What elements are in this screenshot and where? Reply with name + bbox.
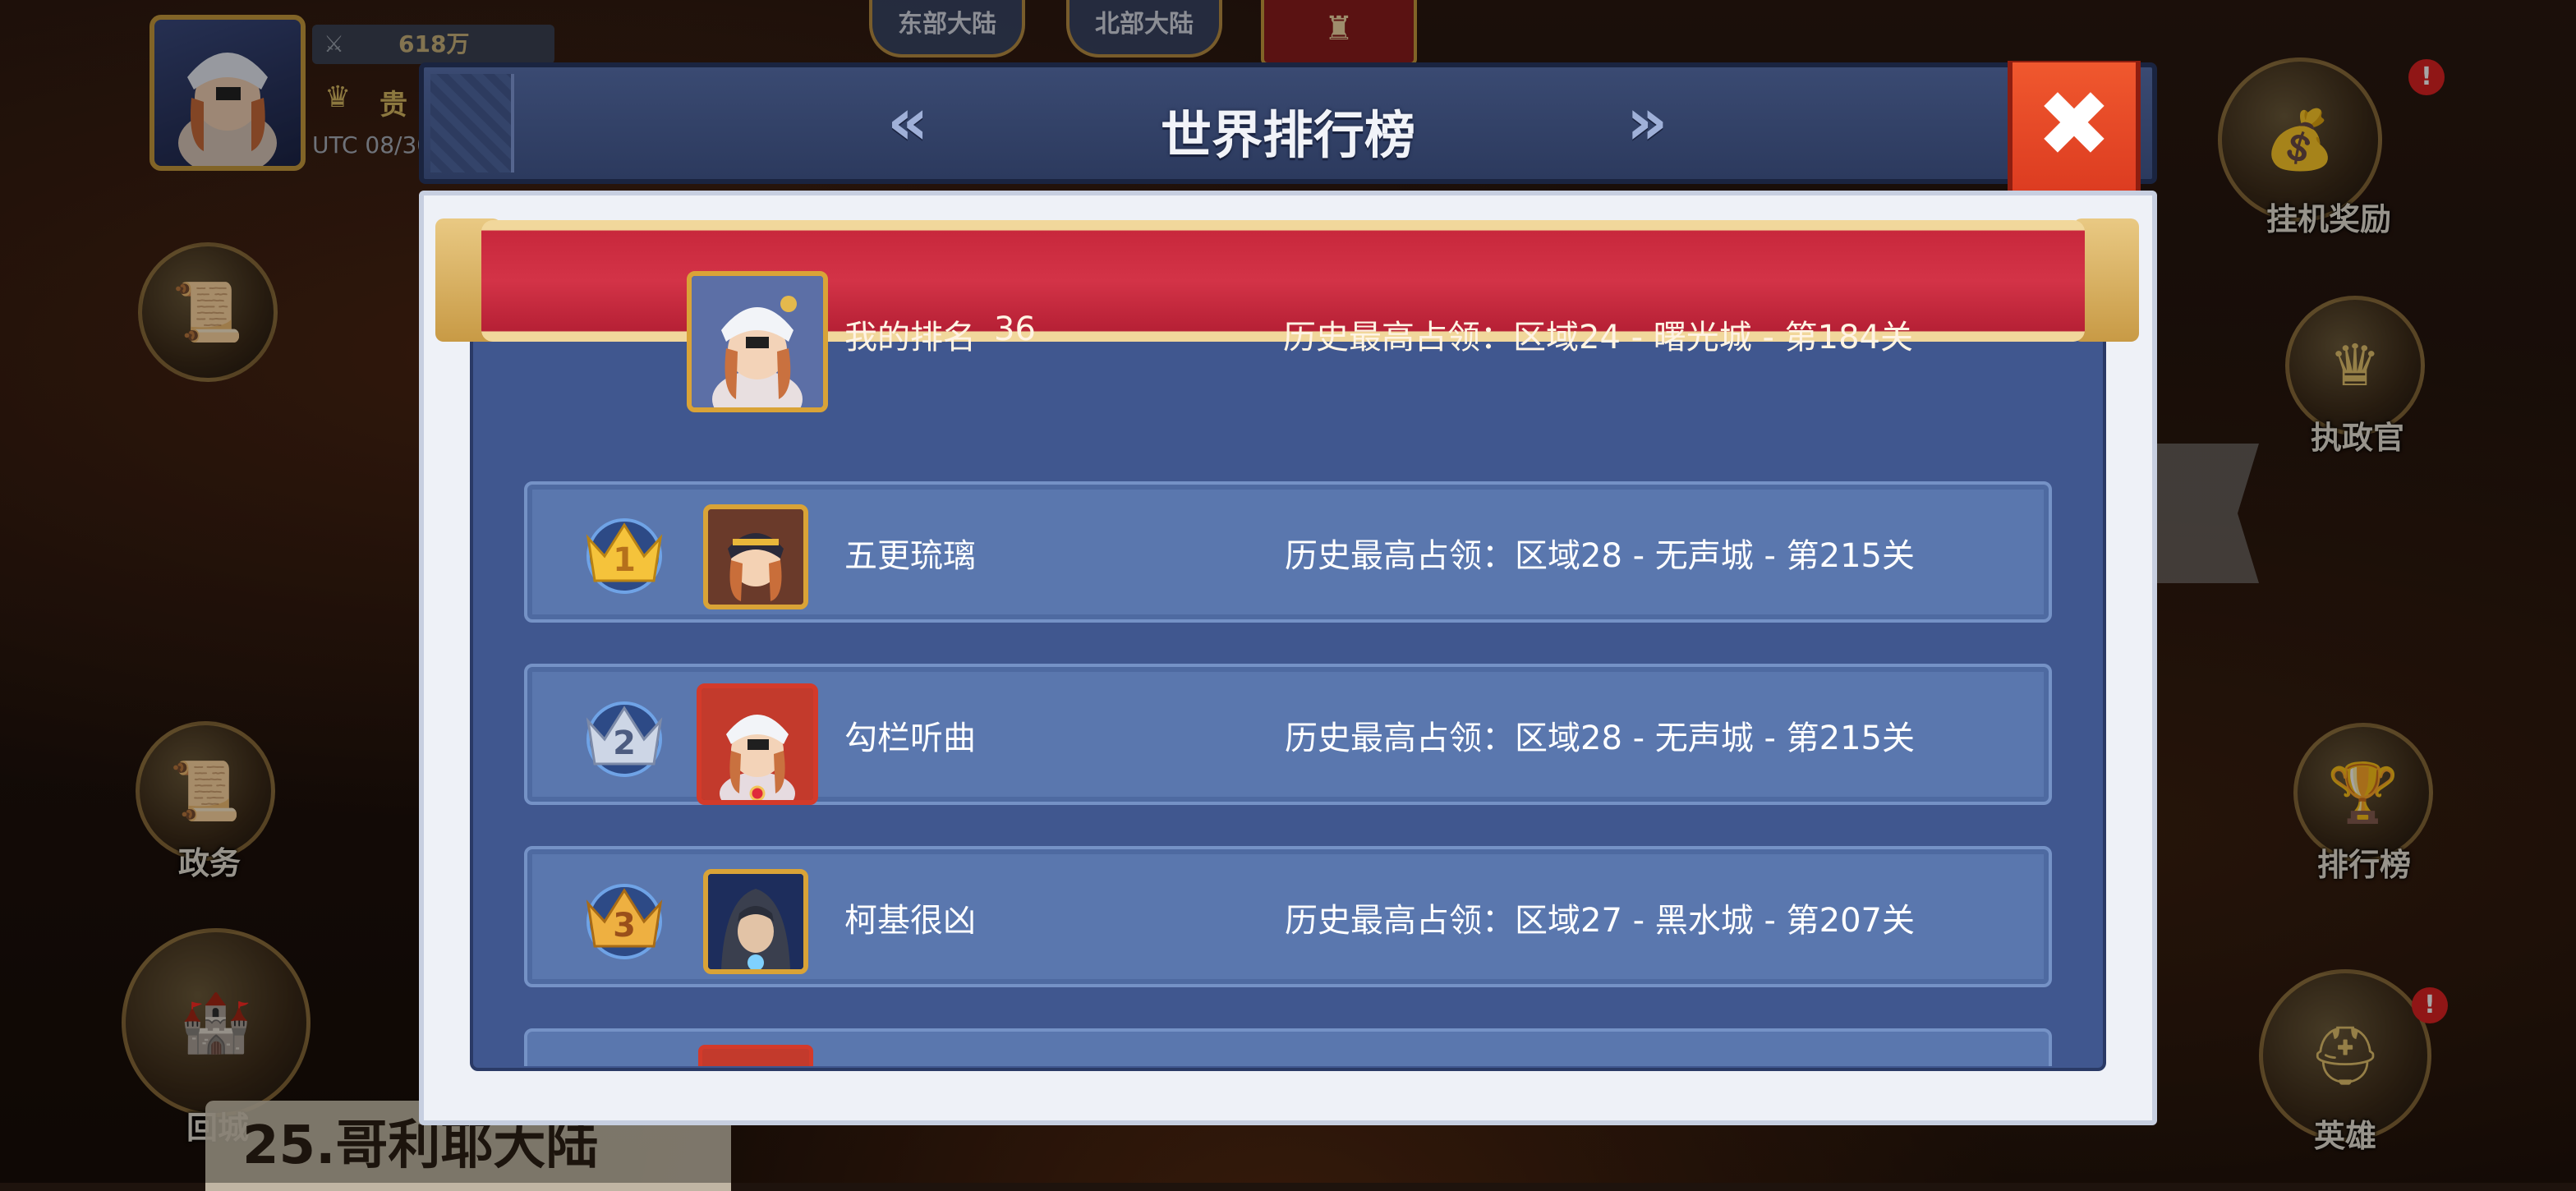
rank-number: 3 [613, 907, 636, 945]
modal-title: 世界排行榜 [1160, 105, 1415, 165]
gold-crown-icon: 1 [575, 505, 674, 596]
rank-number: 1 [613, 541, 636, 579]
bronze-crown-icon: 3 [575, 871, 674, 961]
player-record-2: 历史最高占领：区域28 - 无声城 - 第215关 [1285, 720, 1915, 757]
avatar-icon [708, 509, 803, 605]
my-rank-label: 我的排名 [844, 319, 976, 356]
player-avatar-1[interactable] [703, 504, 808, 609]
double-chevron-right-icon: » [1626, 85, 1668, 159]
player-avatar-2[interactable] [697, 683, 818, 805]
player-name-3: 柯基很凶 [844, 902, 976, 940]
avatar-icon [702, 688, 813, 800]
player-record-3: 历史最高占领：区域27 - 黑水城 - 第207关 [1285, 902, 1915, 940]
player-record-1: 历史最高占领：区域28 - 无声城 - 第215关 [1285, 537, 1915, 575]
player-name-1: 五更琉璃 [844, 537, 976, 575]
close-icon: ✖ [2036, 71, 2113, 177]
ranking-row-partial[interactable] [524, 1028, 2052, 1066]
my-avatar-icon [692, 276, 823, 407]
player-name-2: 勾栏听曲 [844, 720, 976, 757]
silver-crown-icon: 2 [575, 688, 674, 779]
avatar-icon [708, 874, 803, 969]
rank-number: 2 [613, 724, 636, 762]
player-avatar-4 [698, 1045, 813, 1066]
my-avatar[interactable] [687, 271, 828, 412]
player-avatar-3[interactable] [703, 869, 808, 974]
next-page-button[interactable]: » [1626, 90, 1668, 154]
my-rank-number: 36 [994, 310, 1036, 348]
my-rank-record: 历史最高占领：区域24 - 曙光城 - 第184关 [1283, 319, 1913, 356]
